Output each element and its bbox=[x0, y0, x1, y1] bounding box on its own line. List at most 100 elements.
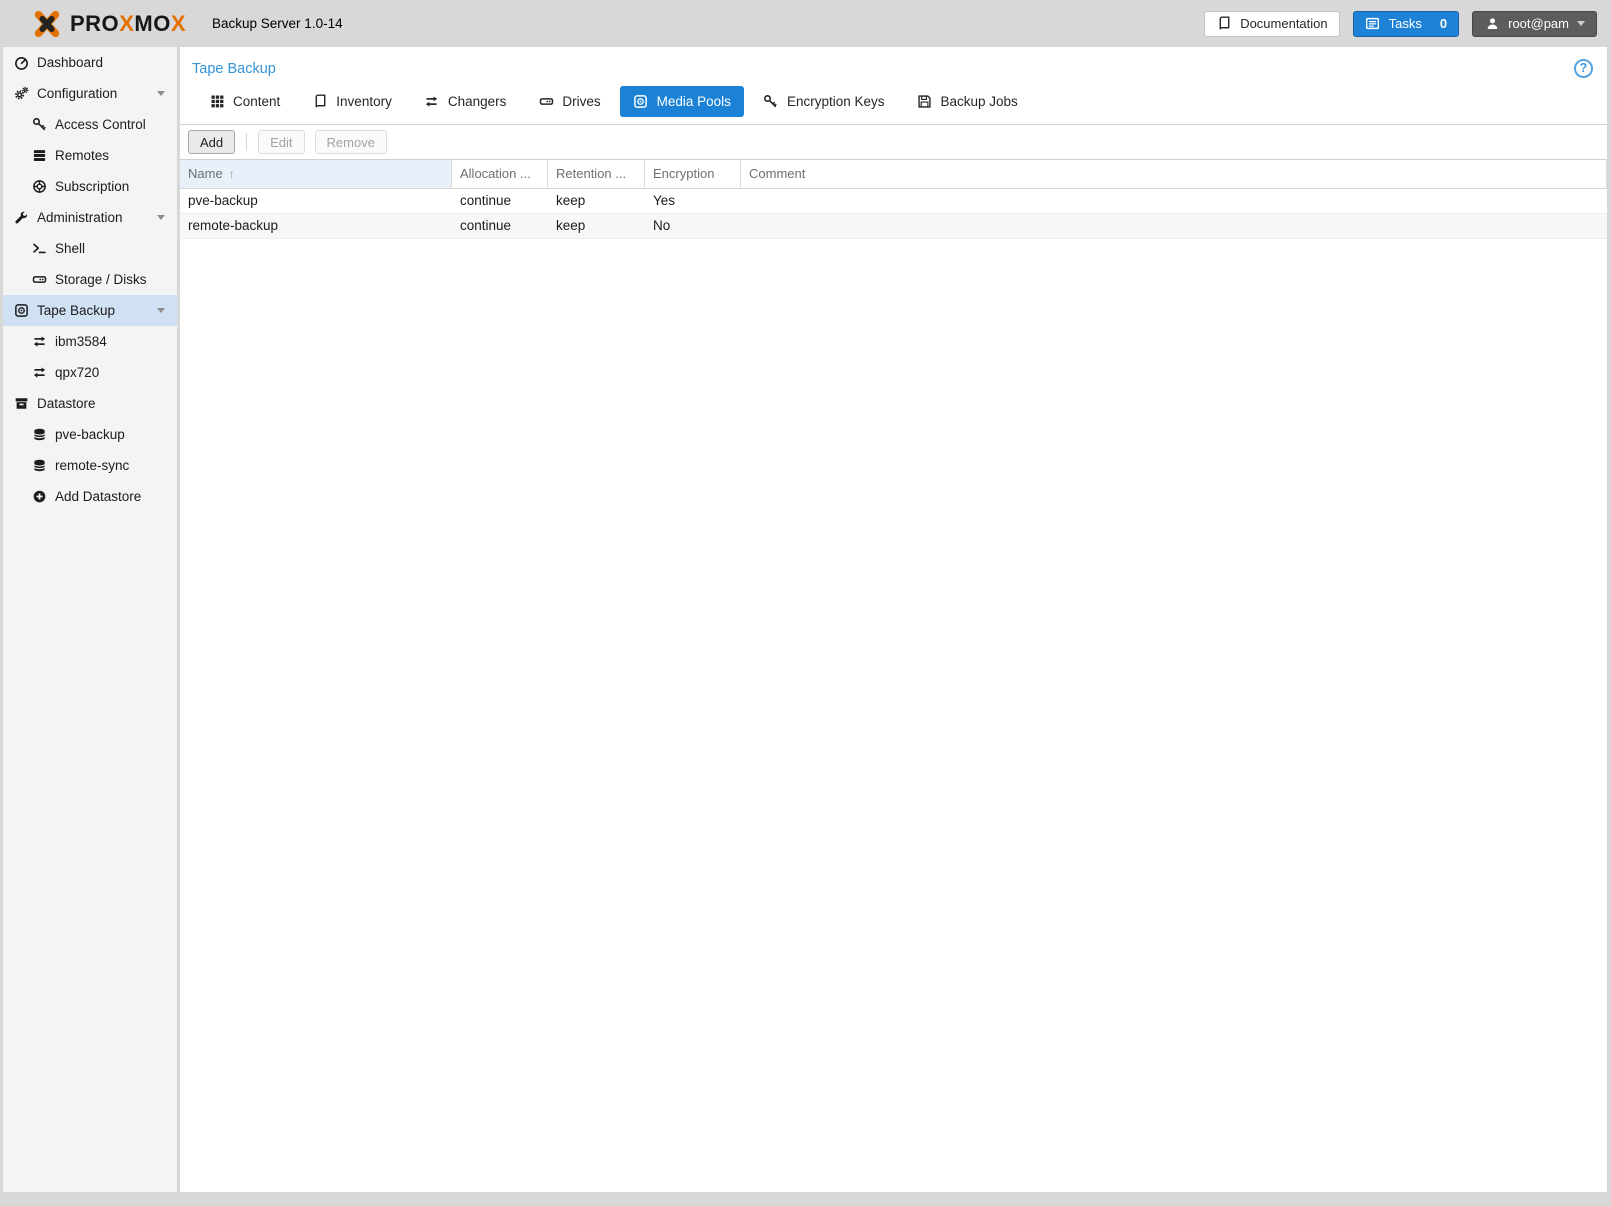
cell-comment bbox=[741, 189, 1607, 213]
exchange-icon bbox=[424, 94, 440, 110]
tab-inventory[interactable]: Inventory bbox=[299, 86, 405, 117]
sidebar-item-tape-backup[interactable]: Tape Backup bbox=[3, 295, 177, 326]
tab-label: Backup Jobs bbox=[940, 94, 1017, 109]
cell-encryption: Yes bbox=[645, 189, 741, 213]
gears-icon bbox=[13, 86, 29, 102]
sidebar-item-label: Datastore bbox=[37, 396, 96, 411]
proxmox-x-icon bbox=[30, 7, 64, 41]
key-icon bbox=[763, 94, 779, 110]
tab-bar: Content Inventory Changers Drives bbox=[180, 86, 1607, 125]
tasks-count-badge: 0 bbox=[1440, 16, 1447, 31]
sidebar-item-label: Access Control bbox=[55, 117, 146, 132]
tab-label: Changers bbox=[448, 94, 507, 109]
save-icon bbox=[916, 94, 932, 110]
sidebar-item-qpx720[interactable]: qpx720 bbox=[3, 357, 177, 388]
terminal-icon bbox=[31, 241, 47, 257]
sidebar-item-storage-disks[interactable]: Storage / Disks bbox=[3, 264, 177, 295]
remove-button[interactable]: Remove bbox=[315, 130, 387, 154]
sidebar-item-remotes[interactable]: Remotes bbox=[3, 140, 177, 171]
table-row[interactable]: pve-backup continue keep Yes bbox=[180, 189, 1607, 214]
tab-changers[interactable]: Changers bbox=[411, 86, 520, 117]
database-icon bbox=[31, 458, 47, 474]
cell-retention: keep bbox=[548, 214, 645, 238]
column-header-encryption[interactable]: Encryption bbox=[645, 160, 741, 188]
sidebar-item-access-control[interactable]: Access Control bbox=[3, 109, 177, 140]
tab-content[interactable]: Content bbox=[196, 86, 293, 117]
tachometer-icon bbox=[13, 55, 29, 71]
proxmox-logo: PROXMOX bbox=[30, 7, 186, 41]
sidebar-item-label: Add Datastore bbox=[55, 489, 141, 504]
cell-allocation: continue bbox=[452, 214, 548, 238]
caret-down-icon bbox=[157, 308, 165, 313]
tab-drives[interactable]: Drives bbox=[525, 86, 613, 117]
tab-label: Media Pools bbox=[657, 94, 731, 109]
tasks-label: Tasks bbox=[1389, 16, 1422, 31]
sidebar-item-label: ibm3584 bbox=[55, 334, 107, 349]
media-pools-grid: Name Allocation ... Retention ... Encryp… bbox=[180, 159, 1607, 1192]
top-bar: PROXMOX Backup Server 1.0-14 Documentati… bbox=[0, 0, 1611, 47]
sidebar-item-configuration[interactable]: Configuration bbox=[3, 78, 177, 109]
user-menu-button[interactable]: root@pam bbox=[1472, 11, 1597, 37]
documentation-button[interactable]: Documentation bbox=[1204, 11, 1339, 37]
cell-retention: keep bbox=[548, 189, 645, 213]
sidebar-item-label: pve-backup bbox=[55, 427, 125, 442]
sidebar-item-label: Storage / Disks bbox=[55, 272, 147, 287]
user-label: root@pam bbox=[1508, 16, 1569, 31]
sidebar-item-ibm3584[interactable]: ibm3584 bbox=[3, 326, 177, 357]
toolbar-separator bbox=[246, 133, 247, 151]
tasks-button[interactable]: Tasks 0 bbox=[1353, 11, 1459, 37]
tab-backup-jobs[interactable]: Backup Jobs bbox=[903, 86, 1030, 117]
exchange-icon bbox=[31, 365, 47, 381]
archive-icon bbox=[13, 396, 29, 412]
cell-name: pve-backup bbox=[180, 189, 452, 213]
sidebar-item-label: Tape Backup bbox=[37, 303, 115, 318]
table-row[interactable]: remote-backup continue keep No bbox=[180, 214, 1607, 239]
sidebar-item-pve-backup[interactable]: pve-backup bbox=[3, 419, 177, 450]
tab-label: Content bbox=[233, 94, 280, 109]
cell-comment bbox=[741, 214, 1607, 238]
tape-icon bbox=[633, 94, 649, 110]
tape-icon bbox=[13, 303, 29, 319]
task-list-icon bbox=[1365, 16, 1381, 32]
tab-label: Inventory bbox=[336, 94, 392, 109]
sidebar-item-shell[interactable]: Shell bbox=[3, 233, 177, 264]
sidebar-item-remote-sync[interactable]: remote-sync bbox=[3, 450, 177, 481]
grid-header: Name Allocation ... Retention ... Encryp… bbox=[180, 160, 1607, 189]
sidebar-item-label: Dashboard bbox=[37, 55, 103, 70]
sidebar-item-label: Administration bbox=[37, 210, 123, 225]
sidebar-item-administration[interactable]: Administration bbox=[3, 202, 177, 233]
tab-media-pools[interactable]: Media Pools bbox=[620, 86, 744, 117]
documentation-label: Documentation bbox=[1240, 16, 1327, 31]
cell-encryption: No bbox=[645, 214, 741, 238]
cell-name: remote-backup bbox=[180, 214, 452, 238]
grid-icon bbox=[209, 94, 225, 110]
sidebar-item-add-datastore[interactable]: Add Datastore bbox=[3, 481, 177, 512]
caret-down-icon bbox=[157, 91, 165, 96]
tab-encryption-keys[interactable]: Encryption Keys bbox=[750, 86, 898, 117]
column-header-retention[interactable]: Retention ... bbox=[548, 160, 645, 188]
sidebar-item-label: Shell bbox=[55, 241, 85, 256]
help-icon[interactable] bbox=[1574, 59, 1593, 78]
edit-button[interactable]: Edit bbox=[258, 130, 304, 154]
key-icon bbox=[31, 117, 47, 133]
tab-label: Encryption Keys bbox=[787, 94, 885, 109]
user-icon bbox=[1484, 16, 1500, 32]
column-header-name[interactable]: Name bbox=[180, 160, 452, 188]
sidebar-item-dashboard[interactable]: Dashboard bbox=[3, 47, 177, 78]
add-button[interactable]: Add bbox=[188, 130, 235, 154]
book-icon bbox=[1216, 16, 1232, 32]
column-header-allocation[interactable]: Allocation ... bbox=[452, 160, 548, 188]
server-icon bbox=[31, 148, 47, 164]
exchange-icon bbox=[31, 334, 47, 350]
plus-circle-icon bbox=[31, 489, 47, 505]
sidebar-item-subscription[interactable]: Subscription bbox=[3, 171, 177, 202]
caret-down-icon bbox=[1577, 21, 1585, 26]
panel-titlebar: Tape Backup bbox=[180, 47, 1607, 78]
hdd-icon bbox=[538, 94, 554, 110]
column-header-comment[interactable]: Comment bbox=[741, 160, 1607, 188]
caret-down-icon bbox=[157, 215, 165, 220]
sidebar-item-datastore[interactable]: Datastore bbox=[3, 388, 177, 419]
wrench-icon bbox=[13, 210, 29, 226]
page-title: Tape Backup bbox=[192, 61, 276, 77]
sidebar: Dashboard Configuration Access Control R… bbox=[3, 47, 177, 1192]
